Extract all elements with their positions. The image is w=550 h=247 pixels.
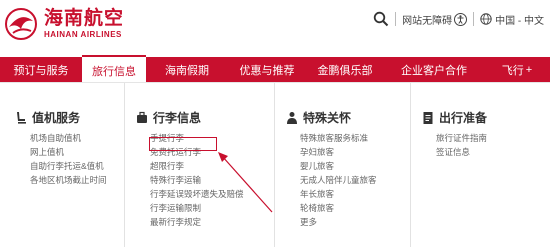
region-label: 中国 - 中文	[495, 15, 544, 27]
nav-fly[interactable]: 飞行 +	[484, 57, 550, 82]
logo-text: 海南航空 HAINAN AIRLINES	[44, 9, 124, 39]
column-header: 出行准备	[411, 109, 550, 126]
link-list: 旅行证件指南 签证信息	[411, 131, 550, 159]
accessibility-icon	[454, 12, 468, 26]
nav-offers[interactable]: 优惠与推荐	[228, 57, 306, 82]
nav-label: 海南假期	[165, 64, 209, 77]
logo[interactable]: 海南航空 HAINAN AIRLINES	[4, 4, 154, 44]
nav-travel-info[interactable]: 旅行信息	[82, 55, 146, 84]
divider	[395, 12, 397, 26]
accessibility-label: 网站无障碍	[402, 15, 453, 27]
menu-link[interactable]: 婴儿旅客	[300, 159, 410, 173]
menu-link[interactable]: 行李延误毁坏遗失及赔偿	[150, 187, 274, 201]
menu-column-travel-prep: 出行准备 旅行证件指南 签证信息	[410, 83, 550, 247]
menu-link[interactable]: 超限行李	[150, 159, 274, 173]
menu-link[interactable]: 机场自助值机	[30, 131, 124, 145]
menu-link[interactable]: 签证信息	[436, 145, 550, 159]
menu-link[interactable]: 手提行李	[150, 131, 274, 145]
menu-link[interactable]: 特殊旅客服务标准	[300, 131, 410, 145]
document-icon	[423, 111, 433, 124]
travel-info-dropdown: 值机服务 机场自助值机 网上值机 自助行李托运&值机 各地区机场截止时间 行李信…	[0, 82, 550, 247]
column-title[interactable]: 出行准备	[439, 109, 487, 126]
region-selector[interactable]: 中国 - 中文	[480, 12, 544, 27]
nav-label: 旅行信息	[92, 65, 136, 78]
menu-link[interactable]: 各地区机场截止时间	[30, 173, 124, 187]
plus-icon: +	[525, 63, 533, 76]
accessibility-link[interactable]: 网站无障碍	[402, 12, 468, 27]
nav-corporate[interactable]: 企业客户合作	[384, 57, 484, 82]
seat-icon	[17, 111, 26, 124]
link-list: 特殊旅客服务标准 孕妇旅客 婴儿旅客 无成人陪伴儿童旅客 年长旅客 轮椅旅客 更…	[275, 131, 410, 229]
hainan-airlines-logo-icon	[5, 8, 37, 40]
nav-label: 金鹏俱乐部	[317, 64, 373, 77]
nav-label: 预订与服务	[13, 64, 69, 77]
menu-link[interactable]: 孕妇旅客	[300, 145, 410, 159]
nav-label: 优惠与推荐	[239, 64, 295, 77]
menu-link[interactable]: 网上值机	[30, 145, 124, 159]
column-title[interactable]: 值机服务	[32, 109, 80, 126]
nav-booking-service[interactable]: 预订与服务	[0, 57, 82, 82]
brand-name-cn: 海南航空	[44, 7, 125, 29]
nav-label: 飞行	[501, 64, 524, 77]
column-header: 行李信息	[125, 109, 274, 126]
menu-link[interactable]: 无成人陪伴儿童旅客	[300, 173, 410, 187]
suitcase-icon	[137, 111, 147, 123]
menu-column-special-care: 特殊关怀 特殊旅客服务标准 孕妇旅客 婴儿旅客 无成人陪伴儿童旅客 年长旅客 轮…	[274, 83, 410, 247]
column-title[interactable]: 行李信息	[153, 109, 201, 126]
globe-icon	[480, 13, 492, 25]
menu-link[interactable]: 行李运输限制	[150, 201, 274, 215]
column-header: 值机服务	[0, 109, 124, 126]
person-icon	[287, 111, 297, 124]
menu-link-free-checked-baggage[interactable]: 免费托运行李	[150, 145, 274, 159]
nav-fortune-wings-club[interactable]: 金鹏俱乐部	[306, 57, 384, 82]
divider	[473, 12, 475, 26]
nav-hainan-holidays[interactable]: 海南假期	[146, 57, 228, 82]
menu-column-baggage: 行李信息 手提行李 免费托运行李 超限行李 特殊行李运输 行李延误毁坏遗失及赔偿…	[124, 83, 274, 247]
menu-link[interactable]: 旅行证件指南	[436, 131, 550, 145]
menu-link[interactable]: 轮椅旅客	[300, 201, 410, 215]
menu-link[interactable]: 更多	[300, 215, 410, 229]
utility-bar: 网站无障碍 中国 - 中文	[373, 10, 544, 28]
link-list: 手提行李 免费托运行李 超限行李 特殊行李运输 行李延误毁坏遗失及赔偿 行李运输…	[125, 131, 274, 229]
search-icon[interactable]	[373, 11, 389, 27]
menu-link[interactable]: 年长旅客	[300, 187, 410, 201]
brand-name-en: HAINAN AIRLINES	[44, 30, 122, 39]
menu-link[interactable]: 特殊行李运输	[150, 173, 274, 187]
site-header: 海南航空 HAINAN AIRLINES 网站无障碍 中国 - 中文	[0, 0, 550, 48]
nav-label: 企业客户合作	[401, 64, 467, 77]
column-header: 特殊关怀	[275, 109, 410, 126]
link-list: 机场自助值机 网上值机 自助行李托运&值机 各地区机场截止时间	[0, 131, 124, 187]
main-nav: 预订与服务 旅行信息 海南假期 优惠与推荐 金鹏俱乐部 企业客户合作 飞行 +	[0, 55, 550, 84]
menu-link[interactable]: 最新行李规定	[150, 215, 274, 229]
menu-link[interactable]: 自助行李托运&值机	[30, 159, 124, 173]
column-title[interactable]: 特殊关怀	[303, 109, 351, 126]
menu-column-checkin: 值机服务 机场自助值机 网上值机 自助行李托运&值机 各地区机场截止时间	[0, 83, 124, 247]
